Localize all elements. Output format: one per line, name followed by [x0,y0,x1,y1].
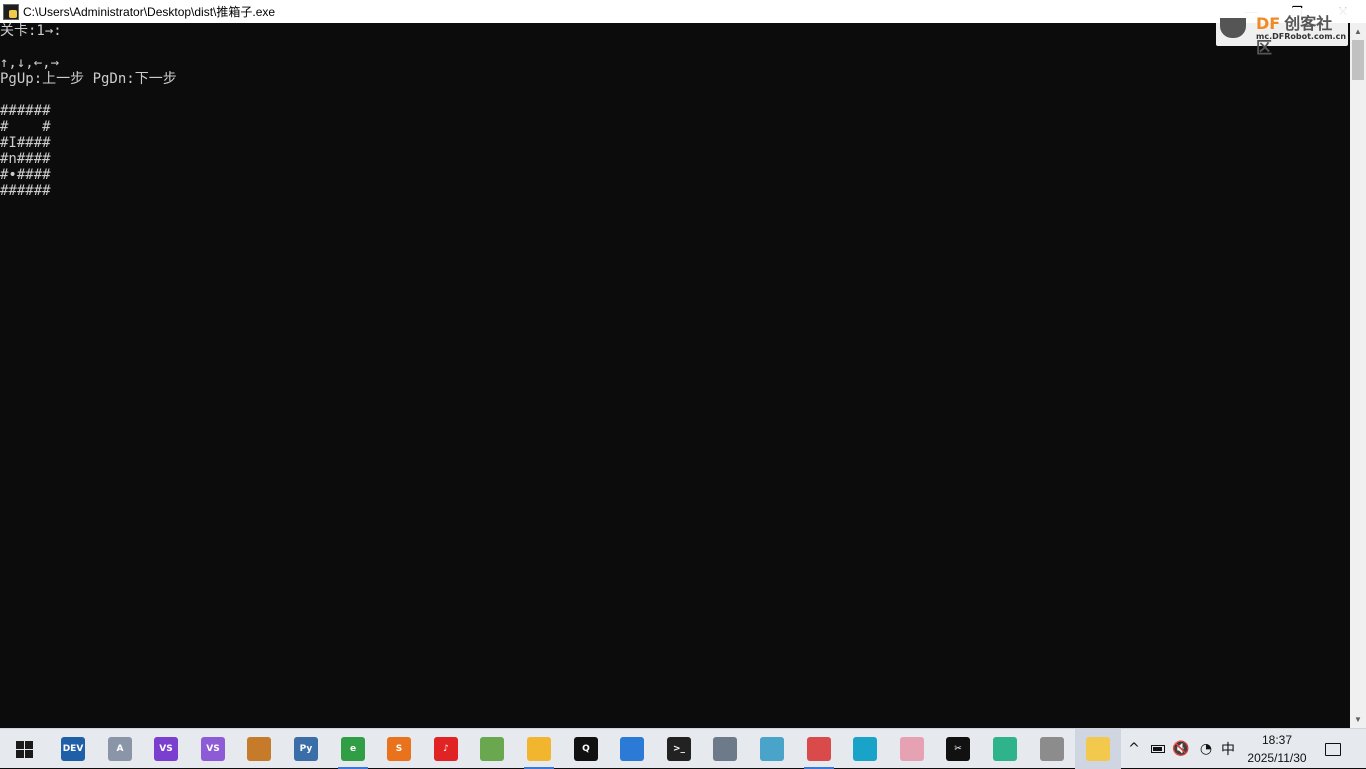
taskbar-app-18[interactable] [889,729,935,769]
image-viewer-icon [713,737,737,761]
clock-time: 18:37 [1261,733,1293,747]
netease-music-icon: ♪ [434,737,458,761]
taskbar: DEV A VS VS Py e S ♪ Q >_ ✂ ^ 🔇 ◔ 中 18:37 2025/11/… [0,728,1366,769]
volume-muted-icon[interactable]: 🔇 [1170,729,1192,769]
avatar-app-icon [900,737,924,761]
console-app-icon [3,3,19,20]
sokoban-map-row: ###### [0,103,51,119]
taskbar-app-7[interactable]: S [376,729,422,769]
visual-studio-icon: VS [201,737,225,761]
console-line: ↑,↓,←,→ [0,55,60,71]
chrome-icon: e [341,737,365,761]
dfrobot-watermark: DF 创客社区 mc.DFRobot.com.cn [1216,8,1348,57]
sublime-text-icon: S [387,737,411,761]
scroll-up-icon[interactable]: ▲ [1350,23,1366,40]
clock-date: 2025/11/30 [1247,751,1307,765]
paint-app-icon [480,737,504,761]
remote-app-icon [1040,737,1064,761]
console-line: 关卡:1→: [0,23,62,39]
ime-indicator[interactable]: 中 [1216,729,1240,769]
taskbar-app-10[interactable] [516,729,562,769]
system-clock[interactable]: 18:37 2025/11/30 [1240,731,1314,767]
taskbar-app-8[interactable]: ♪ [423,729,469,769]
monitor-app-icon [993,737,1017,761]
terminal-icon: >_ [667,737,691,761]
visual-studio-preview-icon: VS [154,737,178,761]
wifi-icon[interactable]: ◔ [1194,729,1218,769]
app-window-icon [620,737,644,761]
taskbar-app-16[interactable] [796,729,842,769]
notification-center-icon[interactable] [1318,729,1348,769]
watermark-logo-icon [1220,18,1246,38]
taskbar-app-6[interactable]: e [330,729,376,769]
console-output[interactable]: 关卡:1→: ↑,↓,←,→ PgUp:上一步 PgDn:下一步 ###### … [0,23,1350,728]
taskbar-app-0[interactable]: DEV [50,729,96,769]
sokoban-map-row: # # [0,119,51,135]
vscode-like-icon [853,737,877,761]
taskbar-app-9[interactable] [469,729,515,769]
app-ab-icon: A [108,737,132,761]
taskbar-app-15[interactable] [749,729,795,769]
sokoban-map-row: #n#### [0,151,51,167]
scroll-down-icon[interactable]: ▼ [1350,711,1366,728]
basket-app-icon [247,737,271,761]
title-bar[interactable]: C:\Users\Administrator\Desktop\dist\推箱子.… [0,0,1366,23]
paint-brush-icon [807,737,831,761]
sokoban-map-row: #I#### [0,135,51,151]
sokoban-map-row: ###### [0,183,51,199]
window-title: C:\Users\Administrator\Desktop\dist\推箱子.… [23,5,276,19]
taskbar-app-22[interactable] [1075,729,1121,769]
taskbar-app-21[interactable] [1029,729,1075,769]
battery-icon[interactable] [1146,729,1170,769]
capcut-icon: ✂ [946,737,970,761]
taskbar-app-20[interactable] [982,729,1028,769]
devcpp-icon: DEV [61,737,85,761]
console-window: C:\Users\Administrator\Desktop\dist\推箱子.… [0,0,1366,728]
taskbar-app-12[interactable] [609,729,655,769]
tray-chevron-icon[interactable]: ^ [1122,729,1146,769]
file-explorer-icon [527,737,551,761]
python-idle-icon: Py [294,737,318,761]
taskbar-app-14[interactable] [702,729,748,769]
sokoban-exe-icon [1086,737,1110,761]
taskbar-app-2[interactable]: VS [143,729,189,769]
start-button[interactable] [0,729,48,769]
sokoban-map-row: #•#### [0,167,51,183]
taskbar-app-19[interactable]: ✂ [935,729,981,769]
scroll-thumb[interactable] [1352,40,1364,80]
taskbar-app-4[interactable] [236,729,282,769]
taskbar-app-1[interactable]: A [97,729,143,769]
vertical-scrollbar[interactable]: ▲ ▼ [1350,23,1366,728]
notes-app-icon [760,737,784,761]
qq-icon: Q [574,737,598,761]
windows-logo-icon [15,740,33,758]
console-line: PgUp:上一步 PgDn:下一步 [0,71,177,87]
taskbar-app-5[interactable]: Py [283,729,329,769]
taskbar-app-11[interactable]: Q [563,729,609,769]
taskbar-app-17[interactable] [842,729,888,769]
taskbar-app-3[interactable]: VS [190,729,236,769]
taskbar-app-13[interactable]: >_ [656,729,702,769]
watermark-url: mc.DFRobot.com.cn [1256,32,1347,41]
